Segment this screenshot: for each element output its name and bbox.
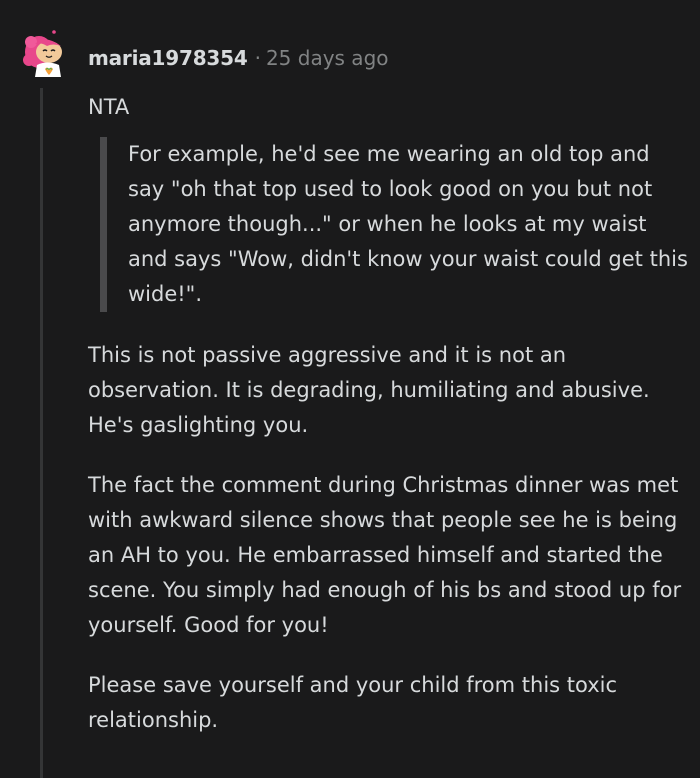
comment-paragraph: This is not passive aggressive and it is…: [88, 343, 650, 437]
comment-paragraph-verdict: NTA: [88, 95, 130, 119]
thread-collapse-line[interactable]: [40, 88, 43, 778]
comment-paragraph: Please save yourself and your child from…: [88, 673, 618, 732]
snoo-avatar-icon[interactable]: [19, 30, 67, 78]
username-link[interactable]: maria1978354: [88, 46, 248, 70]
comment-meta: maria1978354 · 25 days ago: [88, 44, 389, 72]
timestamp[interactable]: 25 days ago: [266, 46, 389, 70]
comment-body: NTA For example, he'd see me wearing an …: [88, 90, 688, 738]
blockquote: For example, he'd see me wearing an old …: [100, 137, 688, 312]
comment-paragraph: The fact the comment during Christmas di…: [88, 473, 682, 637]
comment: maria1978354 · 25 days ago NTA For example…: [0, 0, 700, 778]
meta-separator: ·: [254, 46, 261, 70]
